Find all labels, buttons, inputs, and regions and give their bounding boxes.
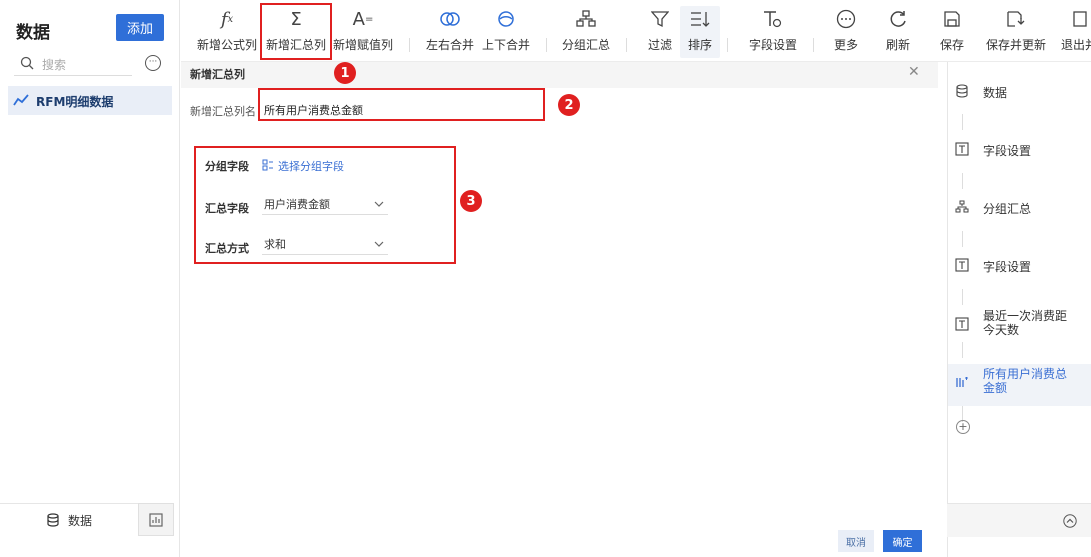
dataset-label: RFM明细数据 [36,95,114,109]
line-chart-icon [13,94,29,106]
group-summary-icon [955,200,969,213]
annotation-badge-3: 3 [460,190,482,212]
exit-icon [1058,6,1088,32]
search-icon [20,56,34,70]
step-item[interactable]: 分组汇总 [955,200,1031,217]
chevron-up-icon[interactable] [1063,514,1077,528]
annotation-box-1 [260,3,332,60]
step-connector [962,173,963,189]
fx-icon: fx [220,8,234,30]
merge-vertical-icon [497,6,515,32]
refresh-icon [888,6,908,32]
toolbar-label: 字段设置 [748,38,797,52]
step-label: 分组汇总 [983,202,1032,216]
toolbar-label: 过滤 [647,38,672,52]
annotation-box-3 [194,146,456,264]
save-icon [943,6,961,32]
step-item[interactable]: 字段设置 [955,258,1031,275]
toolbar-label: 新增赋值列 [332,38,393,52]
field-settings-icon [955,317,969,331]
step-connector [962,342,963,358]
merge-horizontal-icon [439,6,461,32]
field-settings-button[interactable]: 字段设置 [744,6,802,58]
dialog-title: 新增汇总列 [190,68,245,81]
database-icon [956,84,968,98]
step-label: 数据 [983,86,1008,100]
annotation-badge-2: 2 [558,94,580,116]
main-area [181,62,938,557]
toolbar-label: 新增公式列 [196,38,257,52]
left-panel [0,0,180,557]
add-formula-column-button[interactable]: fx 新增公式列 [196,6,258,58]
refresh-button[interactable]: 刷新 [878,6,918,58]
step-item[interactable]: 数据 [955,84,1007,101]
toolbar-label: 保存并更新 [985,38,1046,52]
field-settings-icon [763,6,783,32]
exit-button[interactable]: 退出并 [1058,6,1091,58]
toolbar-label: 分组汇总 [561,38,610,52]
save-and-update-button[interactable]: 保存并更新 [984,6,1048,58]
tab-data-label: 数据 [67,513,92,528]
close-icon[interactable]: ✕ [908,64,920,80]
toolbar-label: 更多 [833,38,858,52]
step-label: 所有用户消费总金额 [983,367,1068,395]
annotation-badge-1: 1 [334,62,356,84]
database-icon [47,513,59,527]
step-item[interactable]: 字段设置 [955,142,1031,159]
merge-horizontal-button[interactable]: 左右合并 [424,6,476,58]
toolbar-label: 退出并 [1061,38,1091,52]
more-icon [836,6,856,32]
toolbar-label: 左右合并 [425,38,474,52]
step-item-active[interactable]: 所有用户消费总金额 [955,367,1085,395]
summary-column-icon [956,377,968,387]
toolbar-label: 刷新 [885,38,910,52]
group-summary-button[interactable]: 分组汇总 [560,6,612,58]
step-connector [962,114,963,130]
step-label: 最近一次消费距今天数 [983,309,1068,337]
save-button[interactable]: 保存 [932,6,972,58]
field-settings-icon [955,142,969,156]
step-connector [962,231,963,247]
step-label: 字段设置 [983,260,1032,274]
confirm-button[interactable]: 确定 [883,530,922,552]
more-options-icon[interactable]: ··· [145,55,161,71]
save-update-icon [1006,6,1026,32]
tab-chart[interactable] [138,503,174,536]
bar-chart-icon [149,513,163,527]
panel-title: 数据 [16,23,50,43]
filter-button[interactable]: 过滤 [640,6,680,58]
divider [727,38,728,52]
toolbar-label: 排序 [687,38,712,52]
toolbar-label: 上下合并 [481,38,530,52]
toolbar-label: 保存 [939,38,964,52]
divider [813,38,814,52]
group-summary-icon [576,6,596,32]
merge-vertical-button[interactable]: 上下合并 [480,6,532,58]
annotation-box-2 [258,88,545,121]
add-button[interactable]: 添加 [116,14,164,41]
step-item[interactable]: 最近一次消费距今天数 [955,309,1085,337]
step-connector [962,289,963,305]
column-name-label: 新增汇总列名 [190,105,256,118]
more-button[interactable]: 更多 [826,6,866,58]
field-settings-icon [955,258,969,272]
filter-icon [651,6,669,32]
add-step-icon[interactable]: + [956,420,970,434]
add-assign-column-button[interactable]: A = 新增赋值列 [332,6,394,58]
divider [409,38,410,52]
dialog-header [181,62,938,88]
sort-icon [690,6,710,32]
step-label: 字段设置 [983,144,1032,158]
divider [546,38,547,52]
sort-button[interactable]: 排序 [680,6,720,58]
divider [626,38,627,52]
tab-data[interactable]: 数据 [0,503,138,536]
assign-icon: A = [352,8,374,30]
cancel-button[interactable]: 取消 [838,530,874,552]
search-placeholder: 搜索 [42,58,67,72]
